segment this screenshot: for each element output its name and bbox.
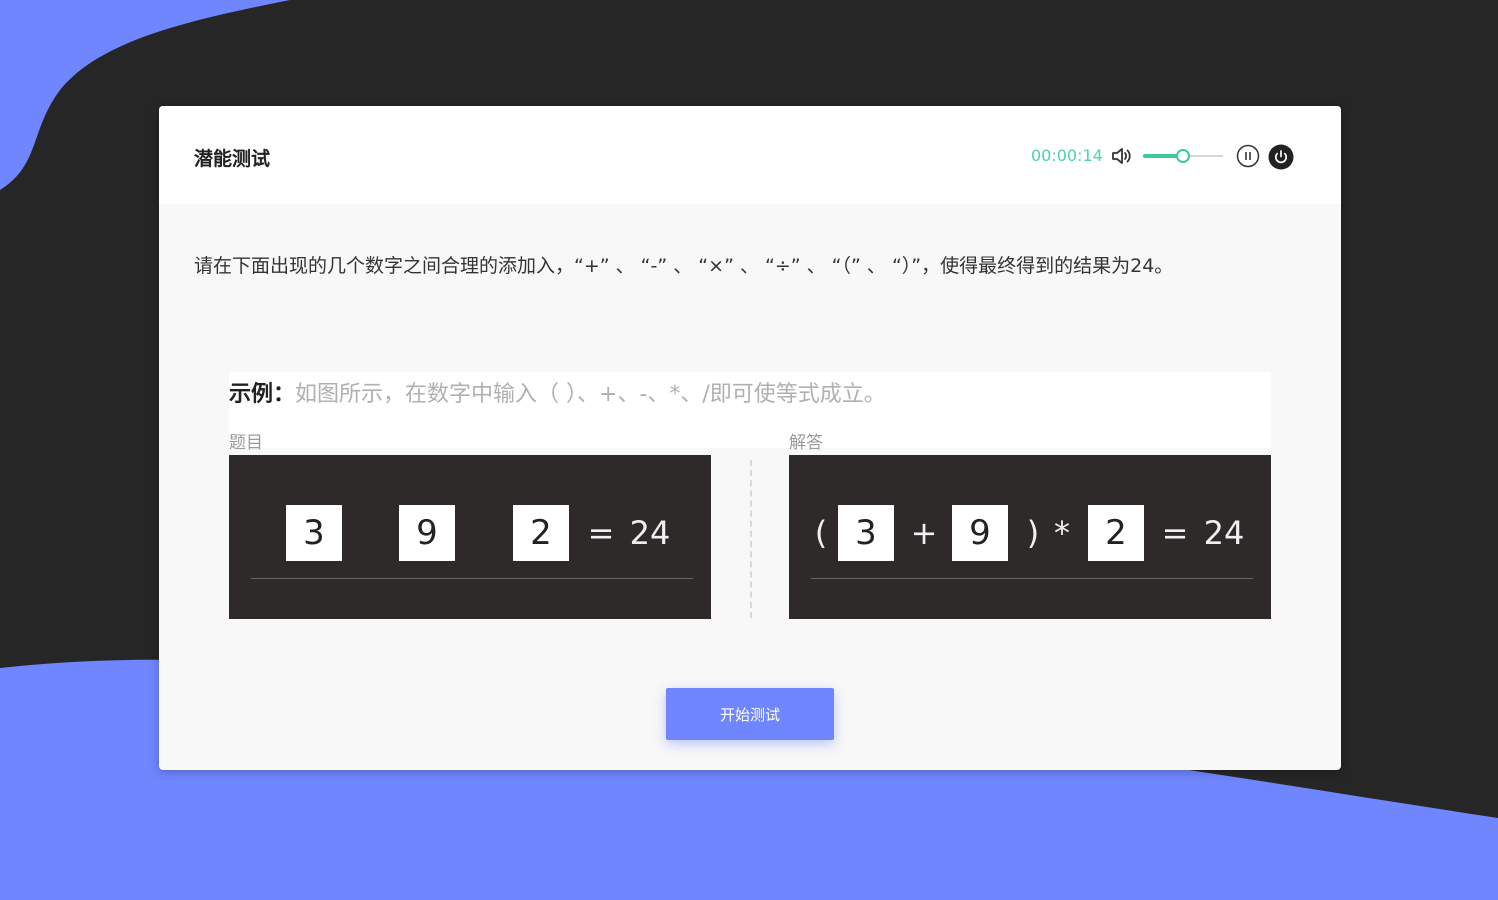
- question-result: 24: [629, 514, 671, 552]
- question-number-3: 2: [513, 505, 569, 561]
- example-description: 如图所示，在数字中输入（ ）、+、-、*、/即可使等式成立。: [295, 382, 886, 407]
- panel-divider: [750, 460, 752, 618]
- question-number-1: 3: [286, 505, 342, 561]
- start-test-button[interactable]: 开始测试: [666, 688, 834, 740]
- answer-panel: ( 3 + 9 ) * 2 = 24: [789, 455, 1271, 619]
- answer-label: 解答: [789, 433, 823, 453]
- question-panel: 3 9 2 = 24: [229, 455, 711, 619]
- question-underline: [251, 578, 693, 579]
- card-header: 潜能测试 00:00:14: [159, 106, 1341, 204]
- answer-number-3: 2: [1088, 505, 1144, 561]
- volume-slider[interactable]: [1143, 146, 1223, 166]
- question-number-2: 9: [399, 505, 455, 561]
- example-label: 示例：: [229, 382, 296, 407]
- answer-result: 24: [1203, 514, 1245, 552]
- answer-close-paren: ): [1026, 514, 1040, 552]
- answer-number-1: 3: [838, 505, 894, 561]
- answer-op-plus: +: [910, 514, 938, 552]
- instruction-text: 请在下面出现的几个数字之间合理的添加入，“+” 、 “-” 、 “×” 、 “÷…: [194, 255, 1174, 277]
- question-label: 题目: [229, 433, 263, 453]
- timer: 00:00:14: [1031, 146, 1103, 165]
- answer-underline: [811, 578, 1253, 579]
- volume-slider-handle[interactable]: [1176, 149, 1190, 163]
- test-card: 潜能测试 00:00:14 请在下面出现的几个数字之间合理的添加入，“+” 、 …: [159, 106, 1341, 770]
- pause-circle-icon[interactable]: [1236, 144, 1260, 168]
- answer-open-paren: (: [814, 514, 828, 552]
- example-heading: 示例：如图所示，在数字中输入（ ）、+、-、*、/即可使等式成立。: [229, 376, 886, 408]
- example-section: 示例：如图所示，在数字中输入（ ）、+、-、*、/即可使等式成立。 题目 解答 …: [229, 372, 1271, 619]
- answer-equals: =: [1161, 514, 1189, 552]
- question-equals: =: [587, 514, 615, 552]
- page-title: 潜能测试: [194, 148, 271, 170]
- answer-op-multiply: *: [1054, 514, 1070, 552]
- speaker-icon[interactable]: [1110, 144, 1134, 168]
- answer-number-2: 9: [952, 505, 1008, 561]
- power-icon[interactable]: [1268, 144, 1294, 170]
